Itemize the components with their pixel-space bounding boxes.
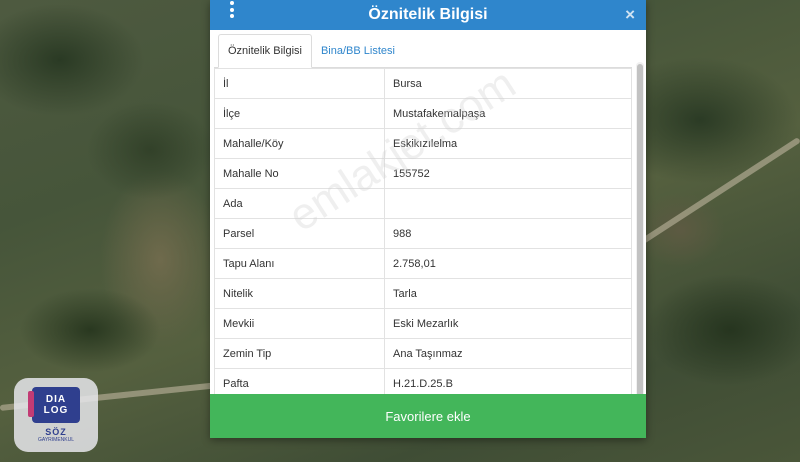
brand-logo: DIA LOG SÖZ GAYRIMENKUL	[14, 378, 98, 452]
attribute-table: İl Bursa İlçe Mustafakemalpaşa Mahalle/Köy Es…	[214, 68, 632, 399]
vertical-dots-icon[interactable]	[228, 0, 236, 18]
table-row: İl Bursa	[214, 68, 632, 99]
logo-text-2: LOG	[43, 405, 69, 416]
logo-name: SÖZ	[45, 427, 67, 437]
attribute-dialog: Öznitelik Bilgisi × Öznitelik Bilgisi Bi…	[210, 0, 646, 438]
close-icon[interactable]: ×	[625, 5, 635, 25]
table-row: Mahalle No 155752	[214, 158, 632, 189]
scrollbar[interactable]	[636, 62, 644, 418]
table-row: Ada	[214, 188, 632, 219]
attribute-value	[384, 188, 632, 219]
table-row: İlçe Mustafakemalpaşa	[214, 98, 632, 129]
attribute-value: Eskikızılelma	[384, 128, 632, 159]
table-row: Parsel 988	[214, 218, 632, 249]
table-row: Zemin Tip Ana Taşınmaz	[214, 338, 632, 369]
logo-subtitle: GAYRIMENKUL	[37, 437, 75, 443]
attribute-key: Mahalle No	[214, 158, 385, 189]
attribute-key: Tapu Alanı	[214, 248, 385, 279]
logo-mark: DIA LOG	[28, 387, 80, 423]
attribute-key: Zemin Tip	[214, 338, 385, 369]
table-row: Mevkii Eski Mezarlık	[214, 308, 632, 339]
attribute-value: Eski Mezarlık	[384, 308, 632, 339]
attribute-key: İlçe	[214, 98, 385, 129]
add-to-favorites-button[interactable]: Favorilere ekle	[210, 394, 646, 438]
table-row: Tapu Alanı 2.758,01	[214, 248, 632, 279]
attribute-key: Mahalle/Köy	[214, 128, 385, 159]
attribute-value: Tarla	[384, 278, 632, 309]
attribute-value: 2.758,01	[384, 248, 632, 279]
attribute-key: Mevkii	[214, 308, 385, 339]
table-row: Mahalle/Köy Eskikızılelma	[214, 128, 632, 159]
attribute-key: İl	[214, 68, 385, 99]
tab-bar: Öznitelik Bilgisi Bina/BB Listesi	[214, 34, 632, 68]
map-road	[638, 137, 800, 246]
dialog-header: Öznitelik Bilgisi ×	[210, 0, 646, 30]
attribute-value: 988	[384, 218, 632, 249]
dialog-title: Öznitelik Bilgisi	[368, 6, 488, 23]
attribute-value: Mustafakemalpaşa	[384, 98, 632, 129]
logo-text-1: DIA	[45, 394, 67, 405]
scrollbar-thumb[interactable]	[637, 64, 643, 416]
attribute-value: Ana Taşınmaz	[384, 338, 632, 369]
attribute-value: 155752	[384, 158, 632, 189]
attribute-key: Ada	[214, 188, 385, 219]
dialog-body: Öznitelik Bilgisi Bina/BB Listesi İl Burs…	[210, 30, 646, 418]
attribute-key: Parsel	[214, 218, 385, 249]
tab-building-list[interactable]: Bina/BB Listesi	[312, 34, 404, 67]
attribute-value: Bursa	[384, 68, 632, 99]
attribute-key: Nitelik	[214, 278, 385, 309]
table-row: Nitelik Tarla	[214, 278, 632, 309]
tab-attribute-info[interactable]: Öznitelik Bilgisi	[218, 34, 312, 68]
